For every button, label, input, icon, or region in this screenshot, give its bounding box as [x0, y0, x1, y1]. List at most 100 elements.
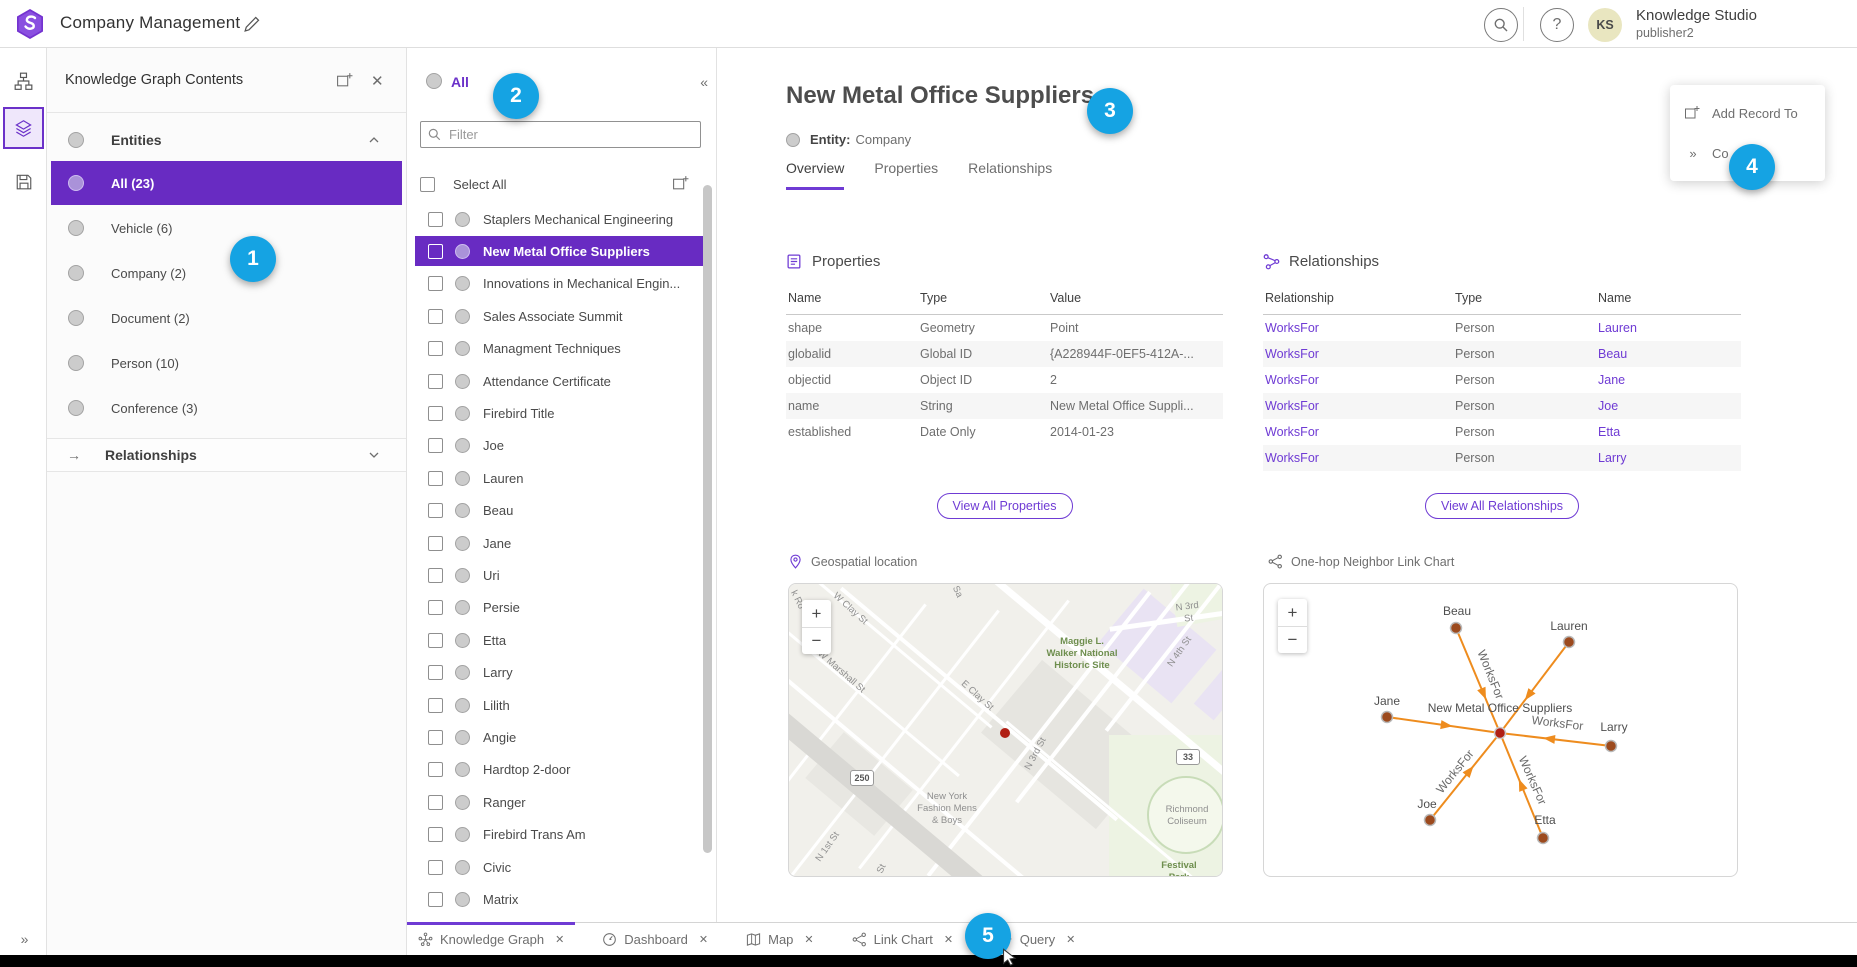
item-checkbox[interactable] [428, 374, 443, 389]
table-row[interactable]: WorksForPersonJane [1263, 367, 1741, 393]
edit-title-icon[interactable] [243, 15, 261, 33]
select-all-row[interactable]: Select All [420, 172, 703, 196]
list-item[interactable]: Uri [415, 560, 705, 590]
item-checkbox[interactable] [428, 309, 443, 324]
list-item[interactable]: Beau [415, 496, 705, 526]
record-link[interactable]: Beau [1596, 341, 1741, 367]
chart-node[interactable] [1606, 741, 1617, 752]
item-checkbox[interactable] [428, 406, 443, 421]
app-logo-icon[interactable] [16, 9, 44, 39]
entities-section-header[interactable]: Entities [47, 118, 406, 161]
list-item[interactable]: Larry [415, 658, 705, 688]
expand-rail-icon[interactable]: » [0, 931, 47, 947]
chart-node[interactable] [1564, 637, 1575, 648]
record-link[interactable]: WorksFor [1263, 393, 1453, 419]
item-checkbox[interactable] [428, 341, 443, 356]
item-checkbox[interactable] [428, 276, 443, 291]
tab-overview[interactable]: Overview [786, 160, 844, 190]
list-item[interactable]: Joe [415, 431, 705, 461]
table-row[interactable]: WorksForPersonLauren [1263, 315, 1741, 341]
record-link[interactable]: Larry [1596, 445, 1741, 471]
chart-center-node[interactable] [1495, 728, 1506, 739]
table-row[interactable]: WorksForPersonEtta [1263, 419, 1741, 445]
tab-relationships[interactable]: Relationships [968, 160, 1052, 190]
menu-item-add-record-to[interactable]: Add Record To [1670, 93, 1825, 133]
table-row[interactable]: objectidObject ID2 [786, 367, 1223, 393]
item-checkbox[interactable] [428, 762, 443, 777]
close-panel-icon[interactable]: ✕ [371, 72, 388, 89]
geospatial-map-card[interactable]: k RoW Clay StSaW Marshall StE Clay StN 3… [788, 583, 1223, 877]
map-zoom-in-button[interactable]: + [802, 600, 831, 627]
record-link[interactable]: WorksFor [1263, 445, 1453, 471]
list-item[interactable]: Lilith [415, 690, 705, 720]
view-tab-dashboard[interactable]: Dashboard✕ [591, 923, 719, 955]
view-all-relationships-button[interactable]: View All Relationships [1425, 493, 1579, 519]
entity-type-row[interactable]: Conference (3) [51, 386, 402, 430]
map-location-marker[interactable] [1000, 728, 1010, 738]
chart-zoom-in-button[interactable]: + [1278, 599, 1307, 626]
chart-node[interactable] [1382, 712, 1393, 723]
relationships-section-header[interactable]: → Relationships [47, 438, 406, 472]
rail-layers-button[interactable] [3, 107, 44, 149]
item-checkbox[interactable] [428, 212, 443, 227]
item-checkbox[interactable] [428, 860, 443, 875]
list-item[interactable]: Persie [415, 593, 705, 623]
avatar[interactable]: KS [1588, 8, 1622, 42]
close-tab-icon[interactable]: ✕ [804, 933, 813, 946]
entity-type-row[interactable]: All (23) [51, 161, 402, 205]
close-tab-icon[interactable]: ✕ [1066, 933, 1075, 946]
item-checkbox[interactable] [428, 827, 443, 842]
view-tab-map[interactable]: Map✕ [735, 923, 825, 955]
table-row[interactable]: shapeGeometryPoint [786, 315, 1223, 341]
list-item[interactable]: Jane [415, 528, 705, 558]
list-item[interactable]: Innovations in Mechanical Engin... [415, 269, 705, 299]
table-row[interactable]: WorksForPersonJoe [1263, 393, 1741, 419]
view-all-properties-button[interactable]: View All Properties [937, 493, 1073, 519]
entity-type-row[interactable]: Company (2) [51, 251, 402, 295]
record-link[interactable]: WorksFor [1263, 367, 1453, 393]
filter-input[interactable] [420, 121, 701, 148]
record-link[interactable]: Etta [1596, 419, 1741, 445]
close-tab-icon[interactable]: ✕ [944, 933, 953, 946]
list-item[interactable]: Attendance Certificate [415, 366, 705, 396]
table-row[interactable]: nameStringNew Metal Office Suppli... [786, 393, 1223, 419]
add-to-layout-icon[interactable] [336, 72, 353, 89]
view-tab-link-chart[interactable]: Link Chart✕ [841, 923, 964, 955]
view-tab-knowledge-graph[interactable]: Knowledge Graph✕ [407, 923, 575, 955]
map-zoom-out-button[interactable]: − [802, 627, 831, 654]
record-link[interactable]: WorksFor [1263, 315, 1453, 341]
list-item[interactable]: Staplers Mechanical Engineering [415, 204, 705, 234]
chart-node[interactable] [1538, 833, 1549, 844]
record-link[interactable]: WorksFor [1263, 419, 1453, 445]
item-checkbox[interactable] [428, 244, 443, 259]
map-canvas[interactable]: k RoW Clay StSaW Marshall StE Clay StN 3… [789, 584, 1222, 876]
rail-hierarchy-button[interactable] [3, 60, 44, 102]
list-item[interactable]: Matrix [415, 884, 705, 914]
close-tab-icon[interactable]: ✕ [699, 933, 708, 946]
chart-node[interactable] [1451, 623, 1462, 634]
help-button[interactable]: ? [1540, 8, 1574, 42]
list-item[interactable]: Angie [415, 722, 705, 752]
chart-node[interactable] [1425, 815, 1436, 826]
list-item[interactable]: Sales Associate Summit [415, 301, 705, 331]
item-checkbox[interactable] [428, 665, 443, 680]
list-item[interactable]: New Metal Office Suppliers [415, 236, 705, 266]
item-checkbox[interactable] [428, 892, 443, 907]
record-link[interactable]: Lauren [1596, 315, 1741, 341]
link-chart-card[interactable]: WorksForWorksForWorksForWorksForBeauLaur… [1263, 583, 1738, 877]
list-item[interactable]: Firebird Title [415, 398, 705, 428]
link-chart-canvas[interactable]: WorksForWorksForWorksForWorksForBeauLaur… [1264, 584, 1738, 877]
tab-properties[interactable]: Properties [874, 160, 938, 190]
entity-type-row[interactable]: Document (2) [51, 296, 402, 340]
list-item[interactable]: Managment Techniques [415, 334, 705, 364]
list-item[interactable]: Firebird Trans Am [415, 820, 705, 850]
table-row[interactable]: establishedDate Only2014-01-23 [786, 419, 1223, 445]
list-scrollbar[interactable] [703, 185, 712, 853]
entity-type-row[interactable]: Vehicle (6) [51, 206, 402, 250]
search-button[interactable] [1484, 8, 1518, 42]
item-checkbox[interactable] [428, 568, 443, 583]
item-checkbox[interactable] [428, 633, 443, 648]
record-link[interactable]: Jane [1596, 367, 1741, 393]
close-tab-icon[interactable]: ✕ [555, 933, 564, 946]
item-checkbox[interactable] [428, 698, 443, 713]
